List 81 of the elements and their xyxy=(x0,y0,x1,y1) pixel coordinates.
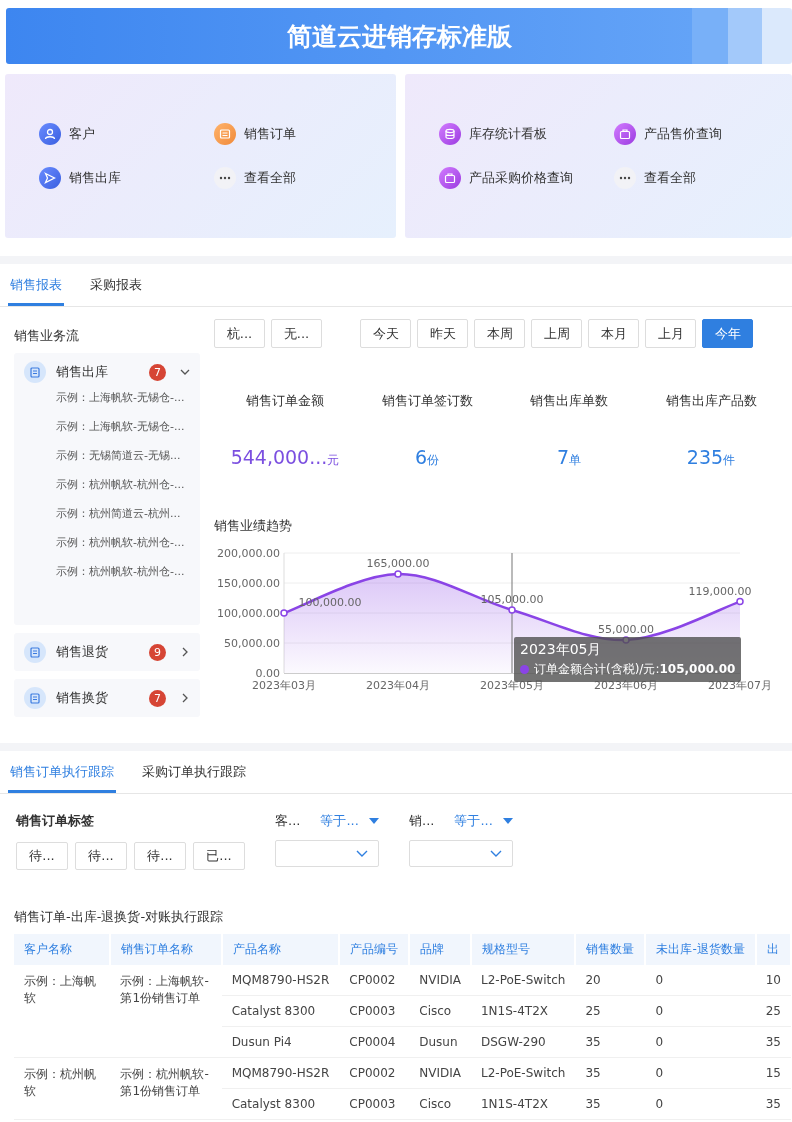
table-cell: 示例：杭州帆软-第1份销售订单 xyxy=(110,1057,222,1120)
table-cell: 25 xyxy=(755,995,791,1027)
column-header: 销售订单名称 xyxy=(110,934,222,965)
stat-value: 6份 xyxy=(413,446,441,469)
table-cell: 0 xyxy=(645,965,756,996)
stat-label: 销售订单金额 xyxy=(245,392,325,410)
data-label: 55,000.00 xyxy=(598,623,654,636)
table-cell: Cisco xyxy=(409,995,471,1027)
table-cell: Catalyst 8300 xyxy=(221,995,340,1027)
x-tick-label: 2023年05月 xyxy=(480,679,544,692)
stat-value: 235件 xyxy=(685,446,737,469)
column-header: 未出库-退货数量 xyxy=(645,934,756,965)
stat-label: 销售出库产品数 xyxy=(664,392,758,410)
table-cell: Catalyst 8300 xyxy=(221,1088,340,1120)
table-cell: MQM8790-HS2R xyxy=(221,1057,340,1089)
count-badge: 9 xyxy=(149,643,166,661)
table-cell: CP0002 xyxy=(339,965,410,996)
table-cell: 0 xyxy=(645,1057,756,1089)
table-cell: L2-PoE-Switch xyxy=(471,965,576,996)
flow-title: 销售业务流 xyxy=(14,327,80,345)
table-cell: CP0003 xyxy=(339,995,410,1027)
column-header: 品牌 xyxy=(409,934,471,965)
table-cell: NVIDIA xyxy=(409,1057,471,1089)
table-cell: 35 xyxy=(575,1088,646,1120)
table-cell: L2-PoE-Switch xyxy=(471,1057,576,1089)
x-tick-label: 2023年07月 xyxy=(708,679,772,692)
table-cell: 10 xyxy=(755,965,791,996)
filter-field-label: 销... xyxy=(409,812,435,830)
table-cell: NVIDIA xyxy=(409,965,471,996)
table-cell: 0 xyxy=(645,1026,756,1058)
filter-title: 销售订单标签 xyxy=(16,812,95,830)
table-cell: 示例：上海帆软-第1份销售订单 xyxy=(110,965,222,1058)
y-tick-label: 0.00 xyxy=(255,667,280,680)
table-cell: CP0004 xyxy=(339,1026,410,1058)
table-cell: 1N1S-4T2X xyxy=(471,1088,576,1120)
filter-field-label: 客... xyxy=(275,812,301,830)
table-cell: CP0002 xyxy=(339,1057,410,1089)
column-header: 客户名称 xyxy=(14,934,111,965)
table-cell: Dusun xyxy=(409,1026,471,1058)
table-cell: 25 xyxy=(575,995,646,1027)
table-cell: MQM8790-HS2R xyxy=(221,965,340,996)
table-cell: 0 xyxy=(645,995,756,1027)
table-cell: 35 xyxy=(755,1026,791,1058)
table-cell: 35 xyxy=(575,1026,646,1058)
table-cell: 15 xyxy=(755,1057,791,1089)
chart-title: 销售业绩趋势 xyxy=(214,517,293,535)
data-label: 165,000.00 xyxy=(366,557,430,570)
y-tick-label: 100,000.00 xyxy=(217,607,280,620)
table-cell: Cisco xyxy=(409,1088,471,1120)
table-cell: 35 xyxy=(575,1057,646,1089)
table-cell: 0 xyxy=(645,1088,756,1120)
column-header: 销售数量 xyxy=(575,934,646,965)
tooltip-title: 2023年05月 xyxy=(520,641,603,659)
x-tick-label: 2023年04月 xyxy=(366,679,430,692)
stat-value: 7单 xyxy=(555,446,583,469)
table-cell: Dusun Pi4 xyxy=(221,1026,340,1058)
y-tick-label: 150,000.00 xyxy=(217,577,280,590)
table-cell: CP0003 xyxy=(339,1088,410,1120)
y-tick-label: 200,000.00 xyxy=(217,547,280,560)
table-cell: 示例：上海帆软 xyxy=(14,965,111,1058)
stat-label: 销售出库单数 xyxy=(529,392,609,410)
column-header: 规格型号 xyxy=(471,934,576,965)
y-tick-label: 50,000.00 xyxy=(224,637,280,650)
stat-value: 544,000...元 xyxy=(229,446,341,469)
count-badge: 7 xyxy=(149,689,166,707)
stat-label: 销售订单签订数 xyxy=(380,392,474,410)
table-cell: 1N1S-4T2X xyxy=(471,995,576,1027)
column-header: 产品编号 xyxy=(339,934,410,965)
table-cell: 35 xyxy=(755,1088,791,1120)
table-title: 销售订单-出库-退换货-对账执行跟踪 xyxy=(14,908,225,926)
column-header: 出 xyxy=(755,934,791,965)
column-header: 产品名称 xyxy=(221,934,340,965)
app-title: 简道云进销存标准版 xyxy=(286,20,512,53)
table-cell: 20 xyxy=(575,965,646,996)
tooltip-value: 订单金额合计(含税)/元:105,000.00 xyxy=(534,661,736,678)
table-cell: DSGW-290 xyxy=(471,1026,576,1058)
x-tick-label: 2023年03月 xyxy=(252,679,316,692)
x-tick-label: 2023年06月 xyxy=(594,679,658,692)
table-cell: 示例：杭州帆软 xyxy=(14,1057,111,1120)
data-label: 119,000.00 xyxy=(688,584,752,598)
count-badge: 7 xyxy=(149,363,166,381)
